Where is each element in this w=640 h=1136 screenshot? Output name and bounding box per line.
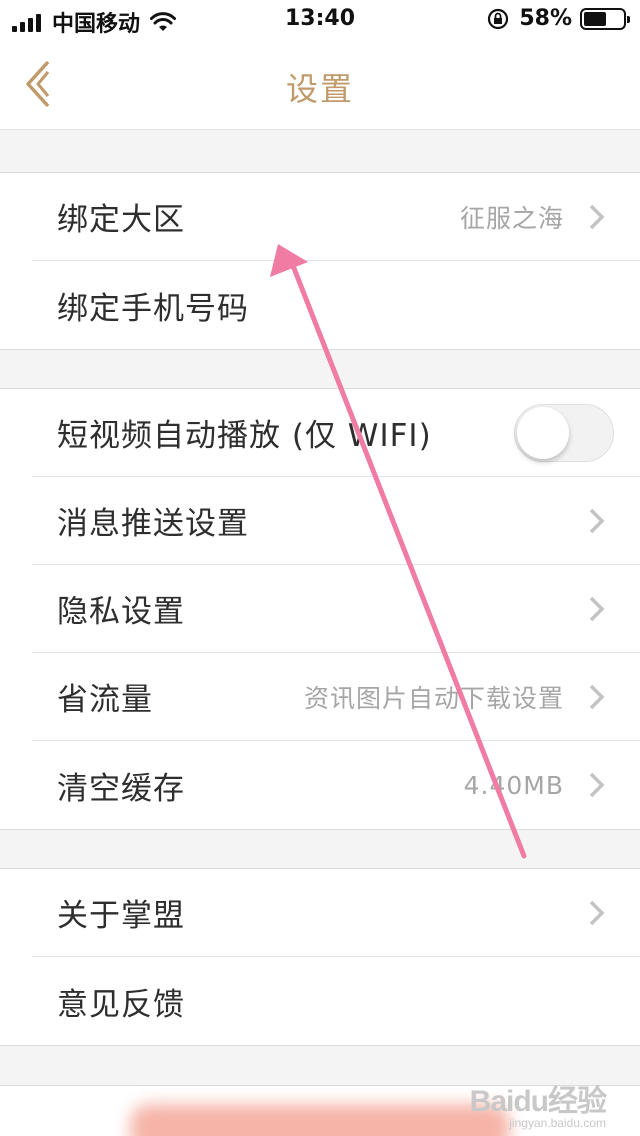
row-bind-region[interactable]: 绑定大区 征服之海 bbox=[32, 173, 640, 261]
row-autoplay-video: 短视频自动播放 (仅 WIFI) bbox=[32, 389, 640, 477]
toggle-knob bbox=[517, 406, 569, 459]
blurred-button bbox=[130, 1104, 510, 1136]
row-feedback[interactable]: 意见反馈 bbox=[32, 957, 640, 1045]
row-value: 4.40MB bbox=[463, 770, 564, 800]
settings-group-about: 关于掌盟 意见反馈 bbox=[0, 868, 640, 1046]
row-label: 省流量 bbox=[57, 682, 153, 718]
chevron-right-icon bbox=[589, 596, 605, 621]
settings-group-general: 短视频自动播放 (仅 WIFI) 消息推送设置 隐私设置 省流量 资讯图片自动下… bbox=[0, 388, 640, 830]
row-label: 短视频自动播放 (仅 WIFI) bbox=[57, 418, 432, 454]
row-label: 意见反馈 bbox=[57, 986, 185, 1023]
settings-group-account: 绑定大区 征服之海 绑定手机号码 bbox=[0, 172, 640, 350]
row-value: 征服之海 bbox=[459, 203, 564, 233]
row-label: 绑定手机号码 bbox=[57, 290, 249, 327]
row-bind-phone[interactable]: 绑定手机号码 bbox=[32, 261, 640, 349]
watermark: Baidu经验 jingyan.baidu.com bbox=[469, 1076, 607, 1130]
page-title: 设置 bbox=[285, 70, 354, 108]
row-data-saver[interactable]: 省流量 资讯图片自动下载设置 bbox=[32, 653, 640, 741]
orientation-lock-icon bbox=[488, 8, 509, 29]
row-label: 清空缓存 bbox=[57, 770, 185, 807]
chevron-right-icon bbox=[589, 772, 605, 798]
watermark-logo: Baidu经验 bbox=[469, 1085, 607, 1118]
chevron-right-icon bbox=[589, 508, 605, 533]
row-clear-cache[interactable]: 清空缓存 4.40MB bbox=[32, 741, 640, 829]
chevron-right-icon bbox=[589, 204, 605, 229]
chevron-right-icon bbox=[589, 900, 605, 925]
battery-percent: 58% bbox=[519, 6, 572, 31]
chevron-right-icon bbox=[589, 684, 605, 709]
row-privacy-settings[interactable]: 隐私设置 bbox=[32, 565, 640, 653]
status-bar: 中国移动 13:40 58% bbox=[0, 0, 640, 40]
row-value: 资讯图片自动下载设置 bbox=[303, 683, 564, 713]
nav-bar: 设置 bbox=[0, 40, 640, 130]
row-label: 关于掌盟 bbox=[57, 898, 185, 934]
battery-icon bbox=[580, 7, 630, 30]
row-about[interactable]: 关于掌盟 bbox=[32, 869, 640, 957]
row-notification-settings[interactable]: 消息推送设置 bbox=[32, 477, 640, 565]
autoplay-toggle[interactable] bbox=[514, 403, 614, 462]
row-label: 绑定大区 bbox=[57, 202, 185, 238]
row-label: 隐私设置 bbox=[57, 594, 185, 630]
row-label: 消息推送设置 bbox=[57, 506, 249, 542]
